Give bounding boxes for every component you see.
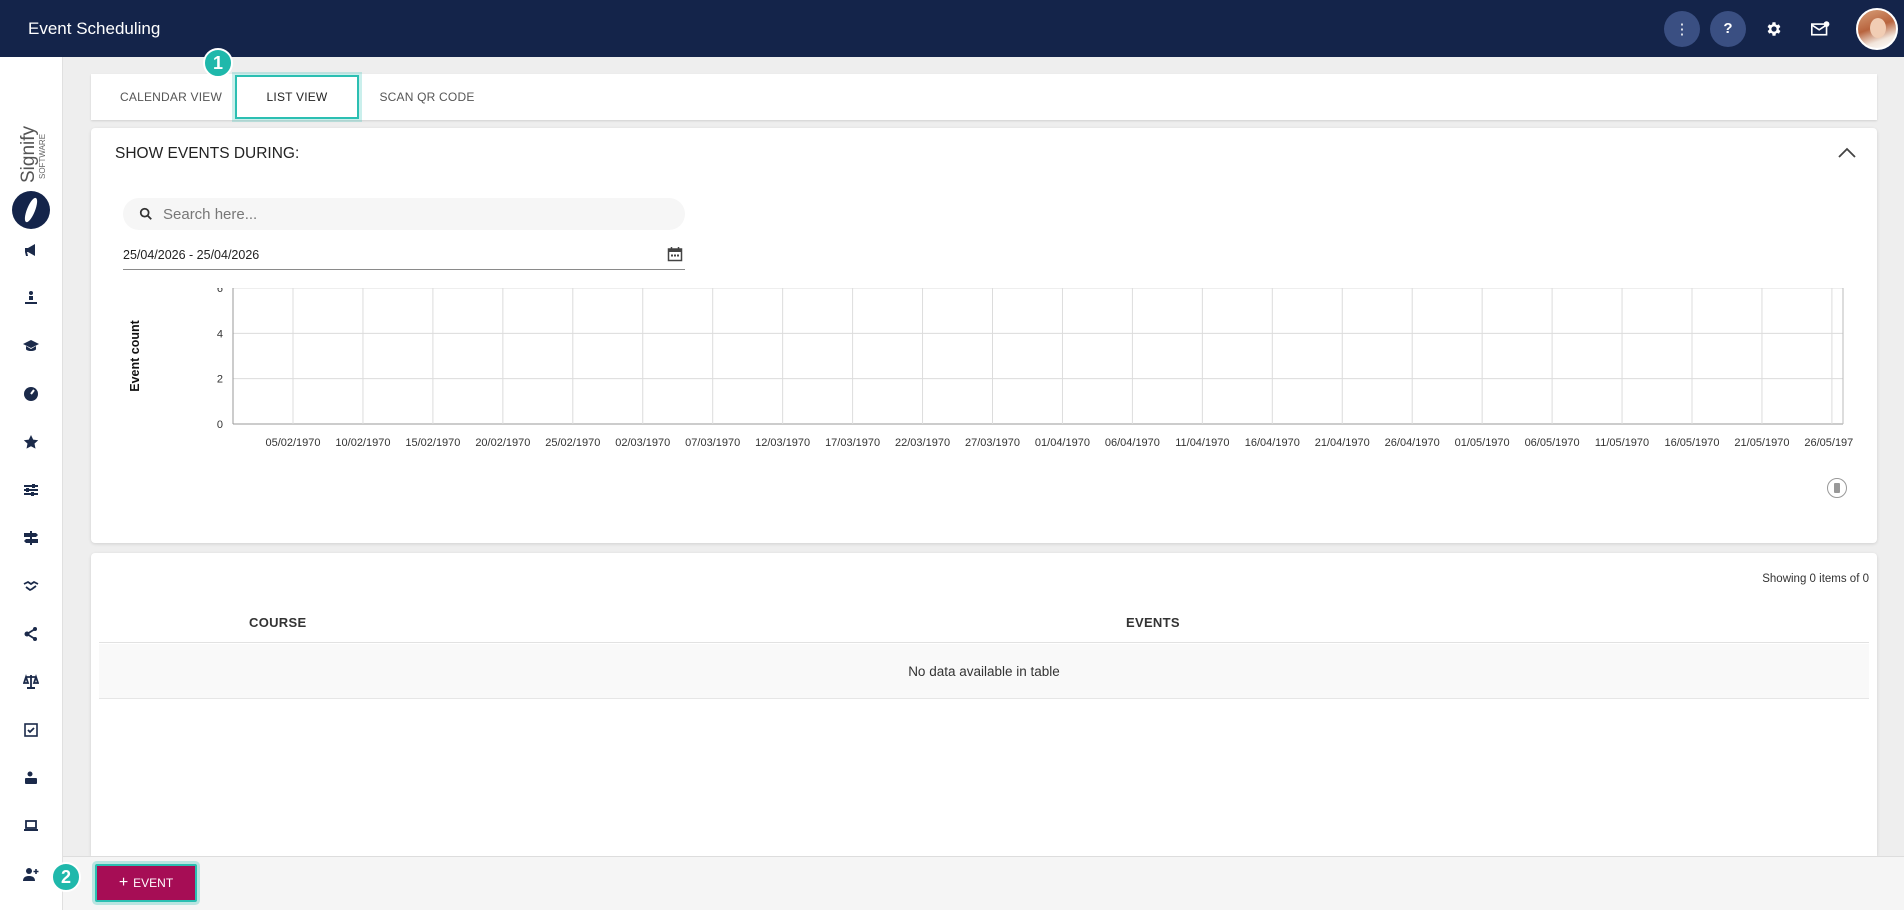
x-tick-label: 20/02/1970: [475, 437, 530, 449]
x-tick-label: 06/04/1970: [1105, 437, 1160, 449]
date-range-field[interactable]: 25/04/2026 - 25/04/2026: [123, 242, 685, 270]
add-event-label: EVENT: [133, 876, 174, 890]
x-tick-label: 10/02/1970: [335, 437, 390, 449]
tab-scan-qr-code[interactable]: SCAN QR CODE: [372, 74, 482, 120]
settings-icon: [1767, 21, 1781, 36]
top-actions: ⋮ ?: [1664, 0, 1904, 57]
add-person-icon[interactable]: [23, 866, 39, 882]
x-tick-label: 16/05/1970: [1664, 437, 1719, 449]
event-count-chart: 0 2 4 6 05/02/1970 10/02/1970 15/02/1970 20/02/…: [128, 288, 1853, 449]
logo-mark-icon: [12, 191, 50, 229]
add-event-button[interactable]: + EVENT: [95, 864, 197, 902]
x-tick-label: 12/03/1970: [755, 437, 810, 449]
handshake-icon[interactable]: [23, 578, 39, 594]
graduation-cap-icon[interactable]: [23, 338, 39, 354]
tab-list-view[interactable]: LIST VIEW: [235, 75, 359, 119]
search-icon: [139, 207, 152, 220]
mail-icon: [1811, 20, 1830, 36]
page-footer: [63, 856, 1904, 910]
x-tick-label: 22/03/1970: [895, 437, 950, 449]
settings-button[interactable]: [1756, 11, 1792, 47]
app-title: Event Scheduling: [28, 18, 161, 38]
more-options-button[interactable]: ⋮: [1664, 10, 1700, 47]
x-tick-label: 25/02/1970: [545, 437, 600, 449]
help-icon: ?: [1723, 20, 1733, 37]
table-header: COURSE EVENTS: [99, 603, 1869, 643]
panel-title: SHOW EVENTS DURING:: [115, 145, 300, 162]
empty-table-row: No data available in table: [99, 644, 1869, 699]
more-vert-icon: ⋮: [1674, 20, 1690, 38]
x-tick-label: 11/04/1970: [1175, 437, 1229, 449]
column-header-events[interactable]: EVENTS: [1126, 615, 1180, 630]
x-tick-label: 05/02/1970: [265, 437, 320, 449]
x-tick-label: 07/03/1970: [685, 437, 740, 449]
chart-scroll-indicator[interactable]: [1827, 478, 1847, 498]
megaphone-icon[interactable]: [23, 242, 39, 258]
x-tick-label: 26/05/1970: [1804, 437, 1853, 449]
messages-button[interactable]: [1802, 11, 1838, 47]
y-tick-label: 4: [217, 328, 223, 340]
column-header-course[interactable]: COURSE: [249, 615, 306, 630]
step-badge-1: 1: [203, 48, 233, 78]
person-box-icon[interactable]: [23, 770, 39, 786]
dashboard-gauge-icon[interactable]: [23, 386, 39, 402]
x-tick-label: 17/03/1970: [825, 437, 880, 449]
plus-icon: +: [118, 874, 129, 891]
x-tick-label: 21/05/1970: [1734, 437, 1789, 449]
laptop-icon[interactable]: [23, 818, 39, 834]
items-count: Showing 0 items of 0: [1762, 573, 1869, 585]
x-tick-label: 26/04/1970: [1385, 437, 1440, 449]
logo-text: Signify: [18, 125, 39, 183]
x-tick-label: 06/05/1970: [1525, 437, 1580, 449]
calendar-icon[interactable]: [667, 246, 683, 262]
y-axis-label: Event count: [128, 319, 142, 391]
y-tick-label: 6: [217, 288, 223, 295]
x-tick-label: 01/04/1970: [1035, 437, 1090, 449]
x-tick-label: 01/05/1970: [1455, 437, 1510, 449]
logo-subtext: SOFTWARE: [38, 134, 47, 179]
checkbox-icon[interactable]: [23, 722, 39, 738]
date-range-value: 25/04/2026 - 25/04/2026: [123, 248, 260, 262]
view-tabs: CALENDAR VIEW LIST VIEW SCAN QR CODE: [91, 74, 1877, 120]
sliders-icon[interactable]: [23, 482, 39, 498]
search-box: [123, 198, 685, 230]
top-app-bar: Event Scheduling ⋮ ?: [0, 0, 1904, 57]
x-tick-label: 02/03/1970: [615, 437, 670, 449]
tab-calendar-view[interactable]: CALENDAR VIEW: [106, 74, 236, 120]
x-tick-label: 15/02/1970: [405, 437, 460, 449]
chevron-up-icon[interactable]: [1837, 146, 1857, 160]
search-input[interactable]: [163, 205, 643, 223]
logo-wordmark: Signify SOFTWARE: [18, 125, 47, 183]
step-badge-2: 2: [51, 862, 81, 892]
signify-logo[interactable]: Signify SOFTWARE: [10, 87, 52, 229]
x-tick-label: 21/04/1970: [1315, 437, 1370, 449]
x-tick-label: 16/04/1970: [1245, 437, 1300, 449]
star-icon[interactable]: [23, 434, 39, 450]
x-tick-label: 11/05/1970: [1595, 437, 1649, 449]
user-avatar[interactable]: [1856, 7, 1898, 50]
hierarchy-icon[interactable]: [23, 626, 39, 642]
help-button[interactable]: ?: [1710, 10, 1746, 47]
y-tick-label: 2: [217, 374, 223, 386]
signpost-icon[interactable]: [23, 530, 39, 546]
person-lift-icon[interactable]: [23, 290, 39, 306]
sidebar: Signify SOFTWARE: [0, 57, 63, 910]
events-table-card: Showing 0 items of 0 COURSE EVENTS No da…: [91, 553, 1877, 856]
scales-icon[interactable]: [23, 674, 39, 690]
y-tick-label: 0: [217, 419, 223, 431]
x-tick-label: 27/03/1970: [965, 437, 1020, 449]
events-filter-panel: SHOW EVENTS DURING: 25/04/2026 - 25/04/2…: [91, 128, 1877, 543]
